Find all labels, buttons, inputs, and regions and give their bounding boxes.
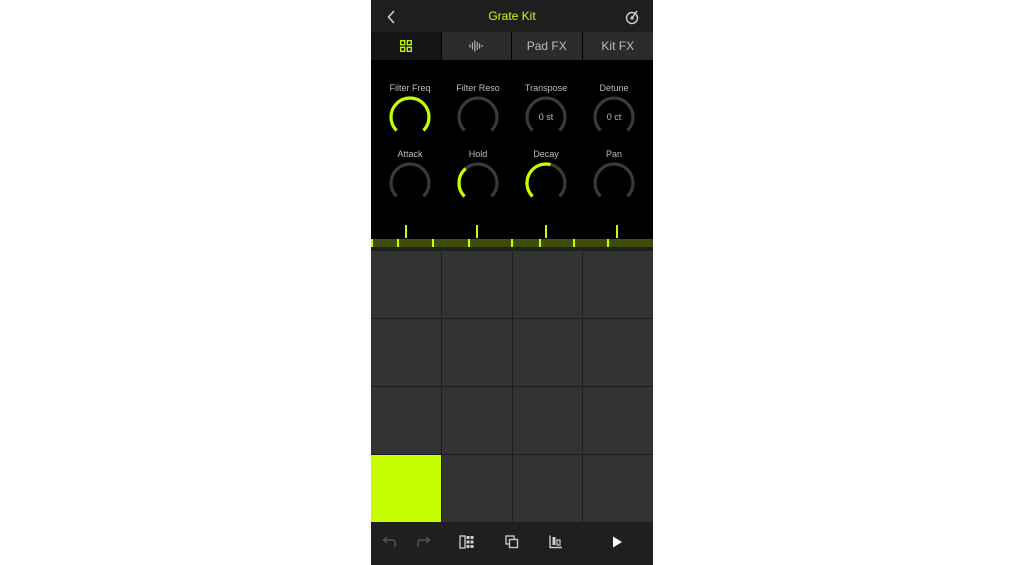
drum-pad[interactable]: [583, 319, 653, 386]
waveform-icon: [469, 40, 483, 52]
knob-label: Attack: [397, 149, 423, 159]
knob-attack[interactable]: Attack: [375, 126, 445, 198]
duplicate-icon: [505, 535, 519, 549]
sequencer-grid-icon: [459, 535, 474, 549]
knob-label: Hold: [468, 149, 488, 159]
sequencer-button[interactable]: [454, 530, 480, 556]
knob-value: 0 ct: [606, 112, 622, 122]
tab-pads[interactable]: [371, 32, 442, 60]
timeline-tick: [397, 239, 399, 247]
align-icon: [549, 535, 562, 549]
tab-sample[interactable]: [441, 32, 512, 60]
app-screen: Grate Kit Pad FX Kit FX Filter Freq Filt…: [371, 0, 653, 565]
playhead-marker: [616, 225, 618, 238]
drum-pad[interactable]: [371, 387, 441, 454]
tab-kit-fx[interactable]: Kit FX: [582, 32, 653, 60]
redo-button[interactable]: [411, 530, 437, 556]
drum-pad[interactable]: [371, 251, 441, 318]
drum-pad[interactable]: [371, 455, 441, 522]
tab-pad-fx[interactable]: Pad FX: [512, 32, 583, 60]
drum-pad[interactable]: [583, 455, 653, 522]
knob-pan[interactable]: Pan: [579, 126, 649, 198]
timeline-tick: [432, 239, 434, 247]
timeline-tick: [573, 239, 575, 247]
playhead-marker: [545, 225, 547, 238]
drum-pad[interactable]: [512, 319, 583, 386]
playhead-marker: [476, 225, 478, 238]
pad-grid: [371, 251, 653, 522]
knob-dial: [525, 162, 567, 198]
knob-dial: [389, 162, 431, 198]
knob-label: Filter Freq: [389, 83, 431, 93]
drum-pad[interactable]: [441, 319, 512, 386]
knob-label: Detune: [599, 83, 629, 93]
drum-pad[interactable]: [512, 455, 583, 522]
playhead-marker: [405, 225, 407, 238]
play-button[interactable]: [604, 530, 630, 556]
back-button[interactable]: [381, 6, 403, 28]
drum-pad[interactable]: [441, 387, 512, 454]
knob-hold[interactable]: Hold: [443, 126, 513, 198]
knob-dial: [457, 162, 499, 198]
knob-decay[interactable]: Decay: [511, 126, 581, 198]
knob-dial: [593, 162, 635, 198]
bottom-toolbar: [371, 522, 653, 565]
knob-filter-freq[interactable]: Filter Freq: [375, 60, 445, 132]
align-button[interactable]: [543, 530, 569, 556]
undo-icon: [382, 536, 396, 547]
timeline-tick: [539, 239, 541, 247]
knob-label: Transpose: [524, 83, 568, 93]
play-icon: [613, 536, 622, 548]
drum-pad[interactable]: [512, 387, 583, 454]
drum-pad[interactable]: [371, 319, 441, 386]
knob-label: Pan: [605, 149, 622, 159]
tuner-icon: [625, 10, 639, 25]
kit-title: Grate Kit: [488, 9, 536, 23]
drum-pad[interactable]: [441, 251, 512, 318]
duplicate-button[interactable]: [499, 530, 525, 556]
tuner-button[interactable]: [621, 6, 643, 28]
drum-pad[interactable]: [583, 387, 653, 454]
timeline-tick: [468, 239, 470, 247]
drum-pad[interactable]: [512, 251, 583, 318]
chevron-left-icon: [387, 10, 395, 24]
knob-detune[interactable]: Detune 0 ct: [579, 60, 649, 132]
knob-label: Decay: [533, 149, 559, 159]
header-bar: Grate Kit: [371, 0, 653, 32]
grid-icon: [399, 40, 412, 52]
tab-bar: Pad FX Kit FX: [371, 32, 653, 60]
redo-icon: [417, 536, 431, 547]
sample-timeline[interactable]: [371, 239, 653, 247]
knob-value: 0 st: [538, 112, 554, 122]
knob-filter-reso[interactable]: Filter Reso: [443, 60, 513, 132]
timeline-tick: [607, 239, 609, 247]
timeline-tick: [511, 239, 513, 247]
knob-transpose[interactable]: Transpose 0 st: [511, 60, 581, 132]
timeline-tick: [371, 239, 373, 247]
drum-pad[interactable]: [441, 455, 512, 522]
drum-pad[interactable]: [583, 251, 653, 318]
knob-panel: Filter Freq Filter Reso Transpose 0 st D…: [371, 60, 653, 240]
knob-label: Filter Reso: [456, 83, 500, 93]
undo-button[interactable]: [376, 530, 402, 556]
